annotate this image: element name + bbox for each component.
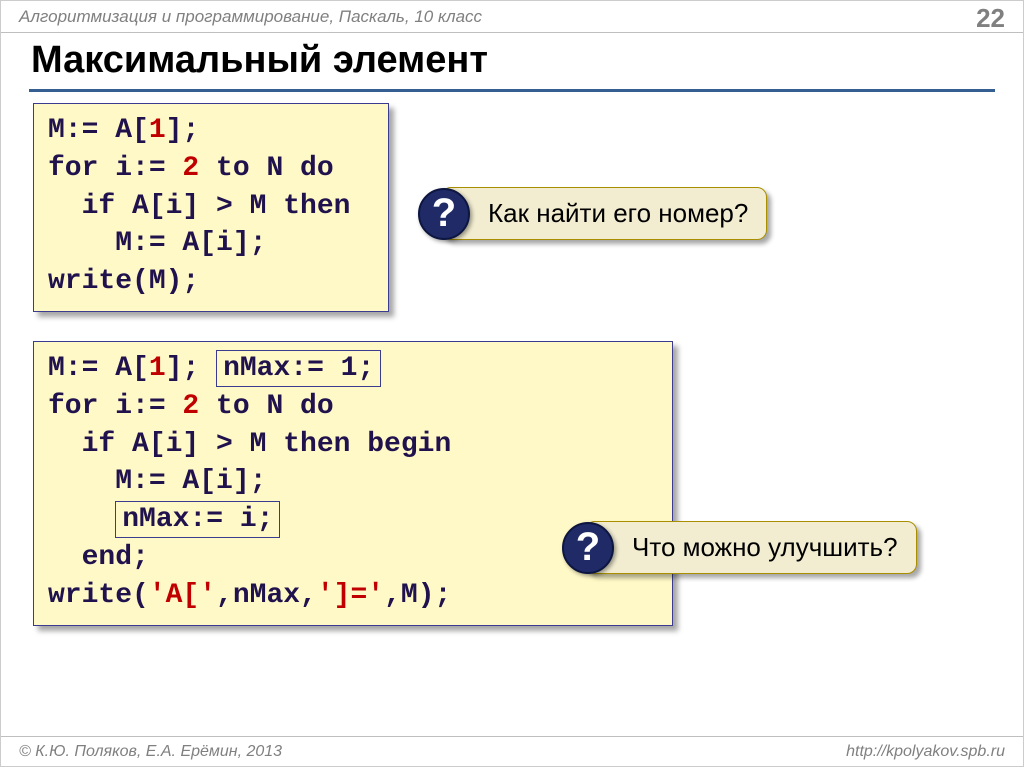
footer-url: http://kpolyakov.spb.ru [846,743,1005,761]
footer-bar: © К.Ю. Поляков, Е.А. Ерёмин, 2013 http:/… [1,736,1023,766]
page-number: 22 [976,3,1005,34]
footer-copyright: © К.Ю. Поляков, Е.А. Ерёмин, 2013 [19,743,282,761]
header-subject: Алгоритмизация и программирование, Паска… [19,7,482,27]
callout-1-bubble: ? Как найти его номер? [441,187,767,240]
callout-1-text: Как найти его номер? [488,198,748,228]
callout-2-bubble: ? Что можно улучшить? [585,521,917,574]
highlight-nmax-assign: nMax:= i; [115,501,280,538]
callout-1: ? Как найти его номер? [441,187,767,240]
code-block-1: M:= A[1]; for i:= 2 to N do if A[i] > M … [33,103,389,312]
callout-2: ? Что можно улучшить? [585,521,917,574]
title-underline [29,89,995,92]
slide-title: Максимальный элемент [31,39,488,82]
header-bar: Алгоритмизация и программирование, Паска… [1,1,1023,33]
question-mark-icon: ? [418,188,470,240]
highlight-nmax-init: nMax:= 1; [216,350,381,387]
slide: Алгоритмизация и программирование, Паска… [0,0,1024,767]
code-block-2: M:= A[1]; nMax:= 1; for i:= 2 to N do if… [33,341,673,626]
callout-2-text: Что можно улучшить? [632,532,898,562]
question-mark-icon: ? [562,522,614,574]
